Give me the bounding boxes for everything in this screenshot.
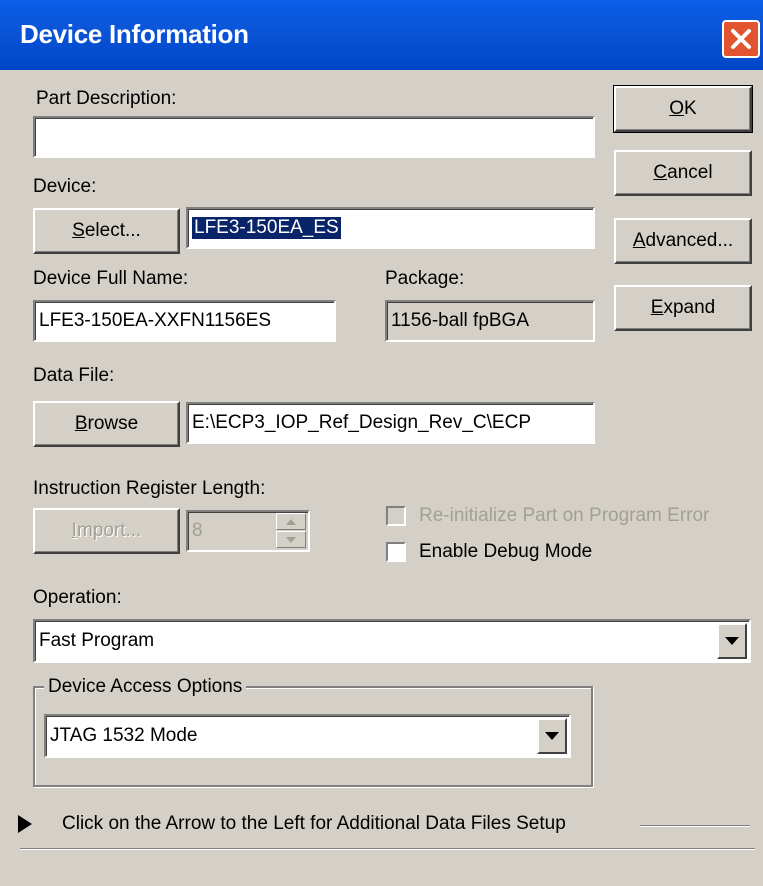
cancel-button-label: Cancel — [653, 162, 713, 183]
browse-button-label: Browse — [74, 413, 139, 434]
device-input[interactable]: LFE3-150EA_ES — [186, 207, 595, 249]
expand-button-label: Expand — [650, 297, 716, 318]
debug-mode-label: Enable Debug Mode — [419, 541, 593, 562]
access-mode-dropdown-button[interactable] — [537, 718, 567, 754]
device-full-name-label: Device Full Name: — [33, 268, 189, 289]
device-access-options-legend: Device Access Options — [44, 676, 247, 698]
package-field: 1156-ball fpBGA — [385, 300, 595, 342]
data-file-label: Data File: — [33, 365, 115, 386]
device-label: Device: — [33, 176, 97, 197]
close-icon — [731, 29, 751, 49]
footer-divider — [640, 825, 750, 827]
chevron-down-icon — [725, 637, 739, 645]
package-value: 1156-ball fpBGA — [391, 310, 530, 331]
reinitialize-checkbox — [386, 506, 406, 526]
advanced-button-label: Advanced... — [632, 230, 734, 251]
data-file-value: E:\ECP3_IOP_Ref_Design_Rev_C\ECP — [192, 412, 531, 433]
select-button[interactable]: Select... — [33, 208, 180, 254]
browse-button[interactable]: Browse — [33, 401, 180, 447]
device-value: LFE3-150EA_ES — [192, 217, 341, 239]
spin-up-icon — [276, 513, 306, 530]
chevron-down-icon — [545, 732, 559, 740]
access-mode-dropdown[interactable]: JTAG 1532 Mode — [44, 714, 571, 758]
part-description-input[interactable] — [33, 116, 595, 158]
operation-dropdown[interactable]: Fast Program — [33, 619, 751, 663]
reinitialize-label: Re-initialize Part on Program Error — [419, 505, 710, 526]
additional-files-hint: Click on the Arrow to the Left for Addit… — [62, 813, 566, 834]
ok-button[interactable]: OK — [613, 85, 753, 133]
data-file-input[interactable]: E:\ECP3_IOP_Ref_Design_Rev_C\ECP — [186, 402, 595, 444]
debug-mode-checkbox[interactable] — [386, 542, 406, 562]
import-button: Import... — [33, 508, 180, 554]
ok-button-label: OK — [669, 98, 697, 119]
device-full-name-field[interactable]: LFE3-150EA-XXFN1156ES — [33, 300, 336, 342]
access-mode-value: JTAG 1532 Mode — [50, 725, 198, 746]
instruction-register-length-label: Instruction Register Length: — [33, 478, 266, 499]
operation-dropdown-button[interactable] — [717, 623, 747, 659]
spin-down-icon — [276, 531, 306, 548]
title-bar[interactable]: Device Information — [0, 0, 763, 70]
advanced-button[interactable]: Advanced... — [614, 218, 752, 264]
import-button-label: Import... — [71, 520, 142, 541]
device-full-name-value: LFE3-150EA-XXFN1156ES — [39, 310, 271, 331]
select-button-label: Select... — [72, 220, 141, 241]
package-label: Package: — [385, 268, 465, 289]
close-button[interactable] — [722, 20, 760, 58]
operation-label: Operation: — [33, 587, 122, 608]
part-description-label: Part Description: — [36, 88, 177, 109]
window-title: Device Information — [20, 19, 249, 49]
cancel-button[interactable]: Cancel — [614, 150, 752, 196]
bottom-divider — [20, 848, 755, 850]
operation-value: Fast Program — [39, 630, 155, 651]
triangle-right-icon[interactable] — [18, 815, 32, 833]
ir-length-value: 8 — [192, 520, 203, 541]
expand-button[interactable]: Expand — [614, 285, 752, 331]
device-information-dialog: Device Information Part Description: Dev… — [0, 0, 763, 886]
